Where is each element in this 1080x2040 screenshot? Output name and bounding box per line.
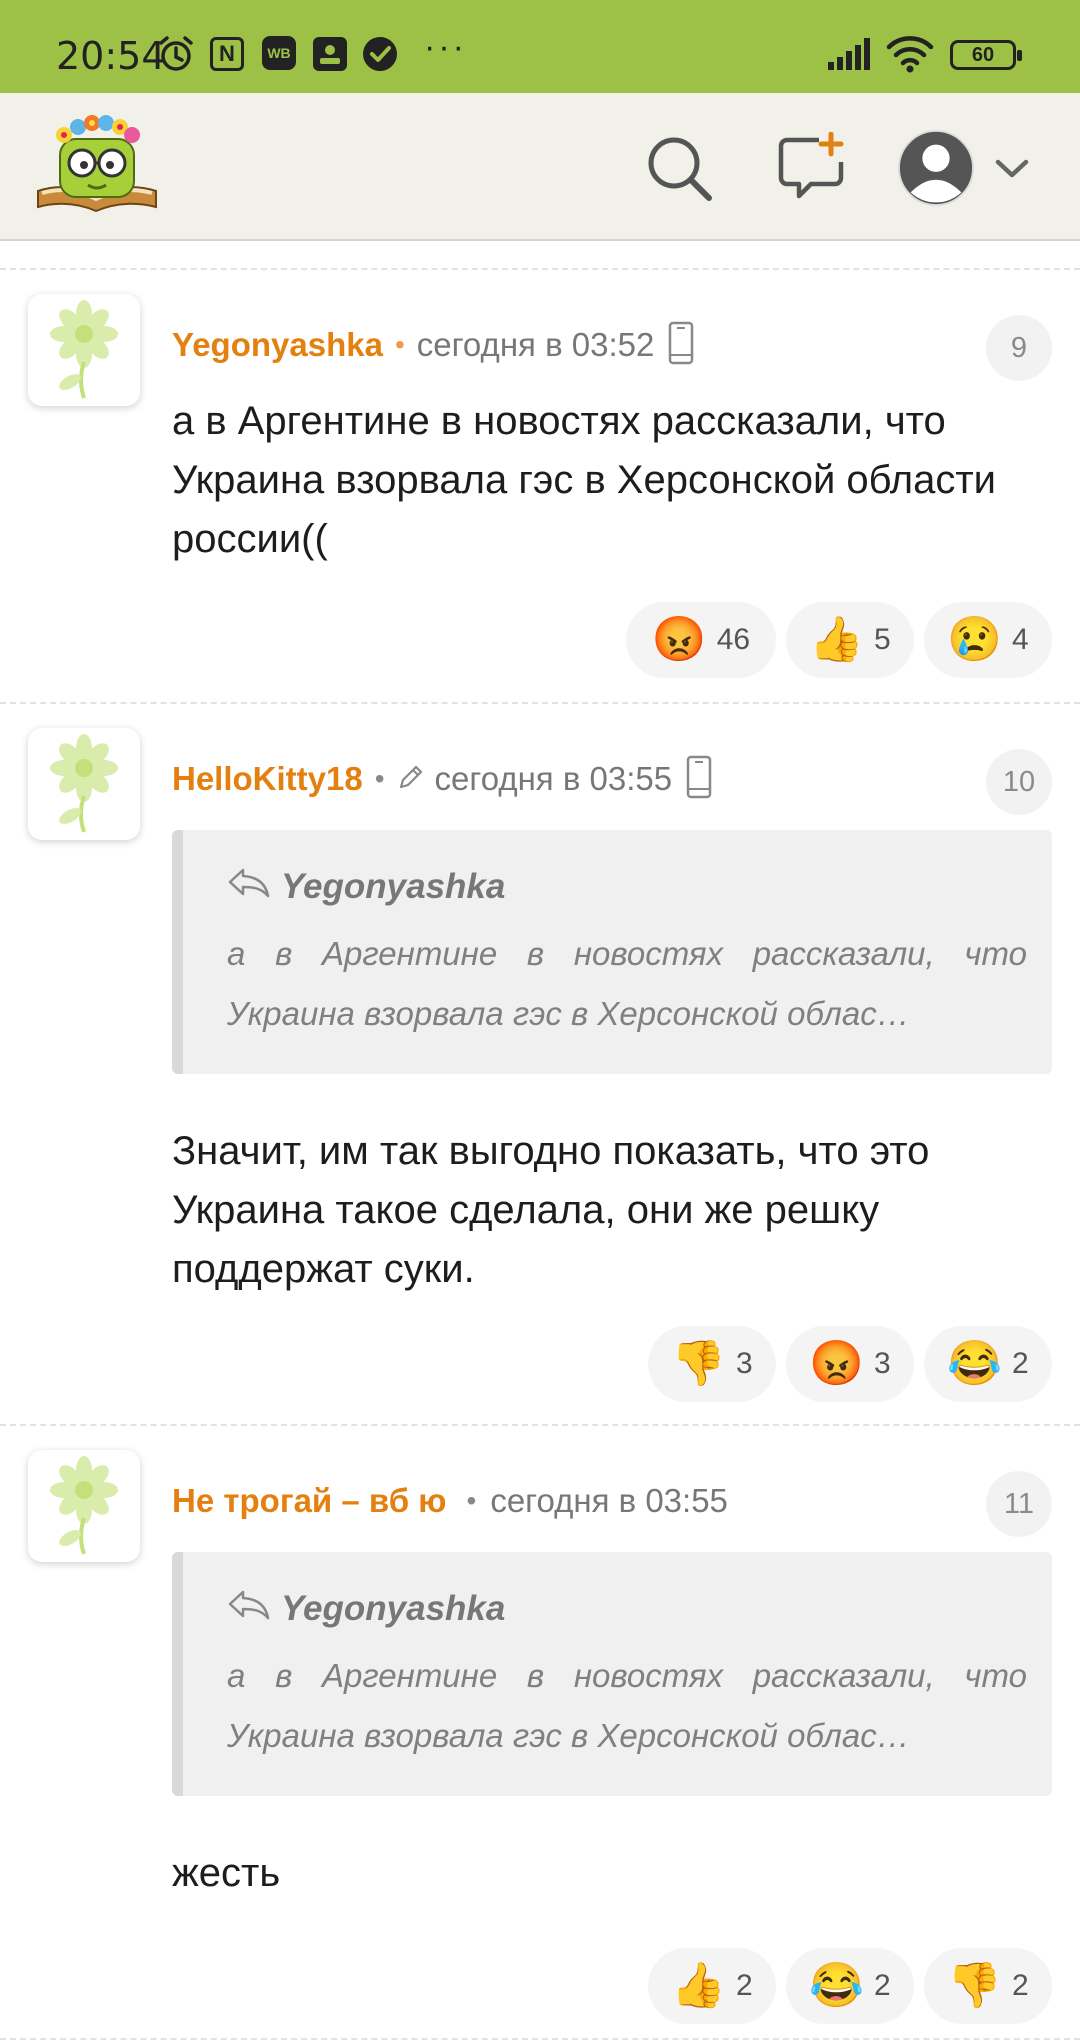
- check-badge-icon: [362, 36, 398, 72]
- separator-dot: •: [374, 763, 385, 794]
- status-time: 20:54: [56, 34, 166, 78]
- app-header: [0, 93, 1080, 241]
- reactions-bar: 👎 3 😡 3 😂 2: [648, 1326, 1052, 1402]
- comment-item: Yegonyashka • сегодня в 03:52 9 а в Арге…: [0, 268, 1080, 700]
- comment-text: Значит, им так выгодно показать, что это…: [172, 1129, 930, 1291]
- reaction-laughing[interactable]: 😂 2: [924, 1326, 1052, 1402]
- reaction-angry[interactable]: 😡 3: [786, 1326, 914, 1402]
- wildberries-icon: WB: [262, 36, 296, 70]
- comment-timestamp[interactable]: сегодня в 03:55: [490, 1482, 728, 1520]
- comment-author[interactable]: HelloKitty18: [172, 760, 363, 798]
- comment-number[interactable]: 9: [986, 315, 1052, 381]
- reaction-angry[interactable]: 😡 46: [626, 602, 776, 678]
- quoted-reply[interactable]: Yegonyashka а в Аргентине в новостях рас…: [172, 830, 1052, 1074]
- site-logo[interactable]: [34, 111, 160, 221]
- signal-icon: [826, 36, 874, 72]
- mobile-device-icon: [668, 321, 694, 370]
- mobile-device-icon: [686, 755, 712, 804]
- separator-dot: •: [466, 1485, 477, 1516]
- comment-avatar[interactable]: [28, 728, 140, 840]
- comment-meta: Не трогай – вб ю • сегодня в 03:55: [172, 1476, 728, 1526]
- comment-timestamp[interactable]: сегодня в 03:52: [417, 326, 655, 364]
- battery-indicator: 60: [950, 40, 1022, 70]
- comment-meta: Yegonyashka • сегодня в 03:52: [172, 320, 694, 370]
- reply-arrow-icon: [227, 1588, 271, 1629]
- comment-author[interactable]: Yegonyashka: [172, 326, 383, 364]
- reaction-crying[interactable]: 😢 4: [924, 602, 1052, 678]
- reactions-bar: 👍 2 😂 2 👎 2: [648, 1948, 1052, 2024]
- comment-item: HelloKitty18 • сегодня в 03:55 10 Yegony…: [0, 702, 1080, 1424]
- reactions-bar: 😡 46 👍 5 😢 4: [626, 602, 1052, 678]
- comment-meta: HelloKitty18 • сегодня в 03:55: [172, 754, 712, 804]
- quoted-reply[interactable]: Yegonyashka а в Аргентине в новостях рас…: [172, 1552, 1052, 1796]
- more-notifications-icon: ···: [424, 28, 467, 66]
- quote-text: а в Аргентине в новостях рассказали, что…: [227, 935, 1027, 1032]
- comment-author[interactable]: Не трогай – вб ю: [172, 1482, 447, 1520]
- comment-text: жесть: [172, 1851, 281, 1895]
- comment-number[interactable]: 11: [986, 1471, 1052, 1537]
- comment-text: а в Аргентине в новостях рассказали, что…: [172, 399, 997, 561]
- separator-dot: •: [394, 329, 405, 360]
- new-post-icon[interactable]: [766, 123, 856, 213]
- comment-avatar[interactable]: [28, 294, 140, 406]
- reaction-thumbs-down[interactable]: 👎 2: [924, 1948, 1052, 2024]
- reply-arrow-icon: [227, 866, 271, 907]
- status-bar: 20:54 N WB ··· 60: [0, 0, 1080, 93]
- comment-item: Не трогай – вб ю • сегодня в 03:55 11 Ye…: [0, 1424, 1080, 2038]
- reaction-laughing[interactable]: 😂 2: [786, 1948, 914, 2024]
- alarm-icon: [156, 36, 196, 72]
- reaction-thumbs-up[interactable]: 👍 5: [786, 602, 914, 678]
- user-avatar[interactable]: [896, 123, 976, 213]
- search-icon[interactable]: [634, 123, 724, 213]
- reaction-thumbs-down[interactable]: 👎 3: [648, 1326, 776, 1402]
- comment-timestamp[interactable]: сегодня в 03:55: [435, 760, 673, 798]
- quote-text: а в Аргентине в новостях рассказали, что…: [227, 1657, 1027, 1754]
- quote-author: Yegonyashka: [227, 866, 505, 907]
- wifi-icon: [886, 36, 934, 73]
- contact-card-icon: [312, 36, 348, 72]
- edited-pencil-icon: [397, 763, 425, 796]
- comment-number[interactable]: 10: [986, 749, 1052, 815]
- reaction-thumbs-up[interactable]: 👍 2: [648, 1948, 776, 2024]
- comment-avatar[interactable]: [28, 1450, 140, 1562]
- nfc-icon: N: [210, 36, 244, 72]
- chevron-down-icon[interactable]: [990, 123, 1034, 213]
- quote-author: Yegonyashka: [227, 1588, 505, 1629]
